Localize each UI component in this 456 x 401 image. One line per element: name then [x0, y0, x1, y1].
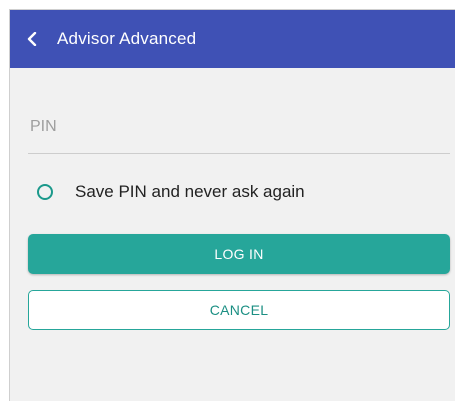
chevron-left-icon: [27, 32, 37, 46]
app-bar: Advisor Advanced: [10, 10, 455, 68]
save-pin-label: Save PIN and never ask again: [75, 182, 305, 201]
login-button[interactable]: LOG IN: [28, 234, 450, 274]
save-pin-option[interactable]: Save PIN and never ask again: [37, 182, 305, 202]
back-button[interactable]: [10, 10, 54, 68]
pin-input[interactable]: [28, 107, 452, 147]
app-frame: Advisor Advanced Save PIN and never ask …: [9, 9, 455, 401]
cancel-button[interactable]: CANCEL: [28, 290, 450, 330]
page-title: Advisor Advanced: [57, 29, 197, 48]
pin-field: [28, 100, 452, 154]
save-pin-radio[interactable]: [37, 184, 53, 200]
